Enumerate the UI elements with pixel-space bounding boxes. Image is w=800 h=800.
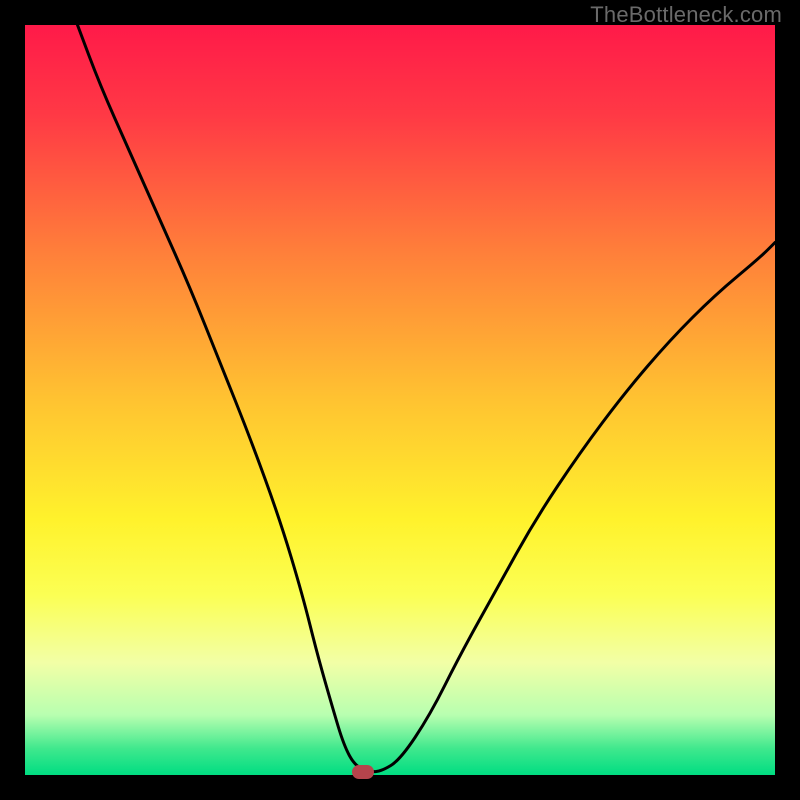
watermark-text: TheBottleneck.com <box>590 2 782 28</box>
optimal-point-marker <box>352 765 374 779</box>
chart-frame: TheBottleneck.com <box>0 0 800 800</box>
gradient-background <box>25 25 775 775</box>
bottleneck-chart <box>25 25 775 775</box>
